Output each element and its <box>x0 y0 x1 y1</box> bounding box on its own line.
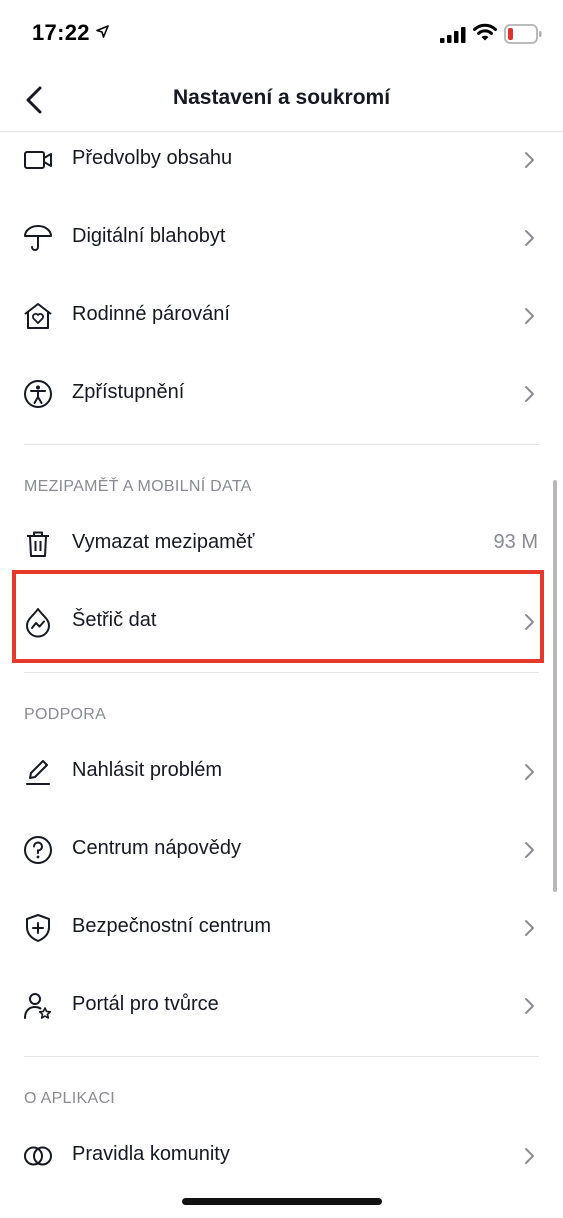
settings-item-label: Bezpečnostní centrum <box>72 915 271 937</box>
chevron-right-icon <box>520 1146 538 1166</box>
wifi-icon <box>473 23 497 42</box>
settings-item-label: Centrum nápovědy <box>72 837 241 859</box>
scrollbar[interactable] <box>553 480 557 892</box>
chevron-right-icon <box>520 150 538 170</box>
chevron-right-icon <box>520 996 538 1016</box>
cache-size-value: 93 M <box>493 531 538 553</box>
section-divider <box>24 1056 539 1057</box>
chevron-right-icon <box>520 306 538 326</box>
settings-item-label: Pravidla komunity <box>72 1143 230 1165</box>
settings-item-safety-center[interactable]: Bezpečnostní centrum <box>0 889 563 967</box>
settings-item-report-problem[interactable]: Nahlásit problém <box>0 733 563 811</box>
section-divider <box>24 672 539 673</box>
highlight-box <box>12 570 544 663</box>
status-bar: 17:22 <box>0 0 563 70</box>
settings-item-accessibility[interactable]: Zpřístupnění <box>0 355 563 433</box>
settings-item-label: Zpřístupnění <box>72 381 185 403</box>
house-heart-icon <box>22 300 54 332</box>
rings-icon <box>22 1140 54 1172</box>
pencil-icon <box>22 756 54 788</box>
settings-item-help-center[interactable]: Centrum nápovědy <box>0 811 563 889</box>
settings-item-label: Digitální blahobyt <box>72 225 226 247</box>
settings-item-label: Nahlásit problém <box>72 759 223 781</box>
section-header-about: O APLIKACI <box>24 1090 116 1107</box>
battery-low-icon <box>504 24 542 44</box>
status-time: 17:22 <box>32 20 90 45</box>
settings-item-digital-wellbeing[interactable]: Digitální blahobyt <box>0 199 563 277</box>
chevron-right-icon <box>520 384 538 404</box>
section-header-support: PODPORA <box>24 706 107 723</box>
shield-plus-icon <box>22 912 54 944</box>
user-star-icon <box>22 990 54 1022</box>
section-divider <box>24 444 539 445</box>
video-camera-icon <box>22 144 54 176</box>
location-arrow-icon <box>96 25 109 38</box>
chevron-right-icon <box>520 228 538 248</box>
settings-item-content-preferences[interactable]: Předvolby obsahu <box>0 121 563 199</box>
section-header-cache: MEZIPAMĚŤ A MOBILNÍ DATA <box>24 478 252 495</box>
settings-item-label: Vymazat mezipaměť <box>72 531 255 553</box>
accessibility-icon <box>22 378 54 410</box>
cellular-signal-icon <box>440 27 466 43</box>
settings-item-label: Předvolby obsahu <box>72 147 233 169</box>
chevron-right-icon <box>520 762 538 782</box>
page-title: Nastavení a soukromí <box>172 86 391 109</box>
umbrella-icon <box>22 222 54 254</box>
settings-item-creator-portal[interactable]: Portál pro tvůrce <box>0 967 563 1045</box>
chevron-right-icon <box>520 840 538 860</box>
question-circle-icon <box>22 834 54 866</box>
trash-icon <box>22 528 54 560</box>
settings-item-family-pairing[interactable]: Rodinné párování <box>0 277 563 355</box>
settings-item-community-guidelines[interactable]: Pravidla komunity <box>0 1117 563 1195</box>
home-indicator[interactable] <box>182 1198 382 1205</box>
settings-item-label: Rodinné párování <box>72 303 230 325</box>
settings-item-label: Portál pro tvůrce <box>72 993 219 1015</box>
chevron-right-icon <box>520 918 538 938</box>
